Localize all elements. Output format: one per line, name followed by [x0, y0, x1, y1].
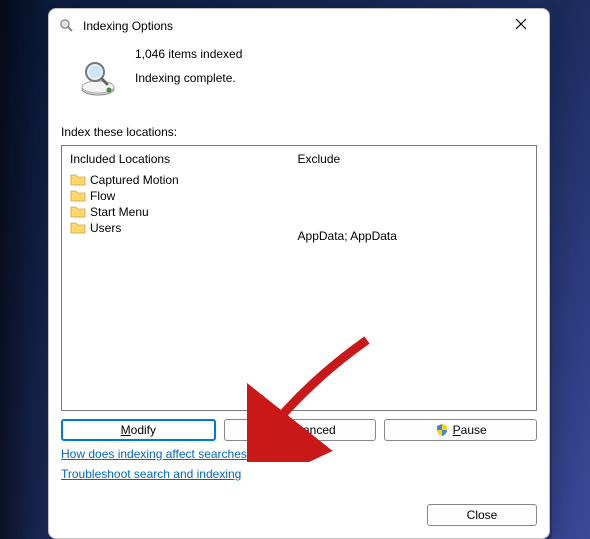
- status-text: 1,046 items indexed Indexing complete.: [135, 45, 537, 99]
- folder-icon: [70, 189, 86, 203]
- folder-icon: [70, 173, 86, 187]
- list-item-label: Users: [90, 221, 121, 235]
- list-item[interactable]: Captured Motion: [68, 172, 284, 188]
- indexed-count: 1,046 items indexed: [135, 47, 537, 61]
- list-item-label: Start Menu: [90, 205, 149, 219]
- close-button[interactable]: [501, 10, 541, 38]
- exclude-column: Exclude AppData; AppData: [290, 146, 536, 410]
- shield-icon: [435, 423, 449, 437]
- list-item-label: Flow: [90, 189, 115, 203]
- exclude-header: Exclude: [296, 150, 530, 168]
- close-dialog-button[interactable]: Close: [427, 504, 537, 526]
- close-label: Close: [467, 508, 498, 522]
- locations-list[interactable]: Included Locations Captured Motion Flow …: [61, 145, 537, 411]
- list-item[interactable]: Start Menu: [68, 204, 284, 220]
- help-links: How does indexing affect searches? Troub…: [61, 447, 537, 487]
- folder-icon: [70, 221, 86, 235]
- indexing-options-dialog: Indexing Options 1,046 items ind: [48, 8, 550, 539]
- close-icon: [515, 18, 527, 30]
- pause-button[interactable]: Pause: [384, 419, 537, 441]
- advanced-button[interactable]: Advanced: [224, 419, 377, 441]
- magnifier-drive-icon: [61, 45, 135, 99]
- status-row: 1,046 items indexed Indexing complete.: [61, 41, 537, 107]
- folder-icon: [70, 205, 86, 219]
- list-item[interactable]: Flow: [68, 188, 284, 204]
- list-item[interactable]: Users: [68, 220, 284, 236]
- button-row: Modify Advanced Pause: [61, 419, 537, 441]
- modify-button[interactable]: Modify: [61, 419, 216, 441]
- locations-label: Index these locations:: [61, 125, 537, 139]
- exclude-value: AppData; AppData: [296, 228, 530, 244]
- indexing-state: Indexing complete.: [135, 71, 537, 85]
- help-link-troubleshoot[interactable]: Troubleshoot search and indexing: [61, 467, 241, 481]
- included-header: Included Locations: [68, 150, 284, 168]
- included-column: Included Locations Captured Motion Flow …: [62, 146, 290, 410]
- dialog-title: Indexing Options: [83, 19, 501, 33]
- dialog-content: 1,046 items indexed Indexing complete. I…: [49, 41, 549, 496]
- help-link-how[interactable]: How does indexing affect searches?: [61, 447, 254, 461]
- dialog-footer: Close: [49, 496, 549, 538]
- indexing-options-icon: [59, 18, 75, 34]
- shield-icon: [264, 423, 278, 437]
- titlebar: Indexing Options: [49, 9, 549, 41]
- list-item-label: Captured Motion: [90, 173, 179, 187]
